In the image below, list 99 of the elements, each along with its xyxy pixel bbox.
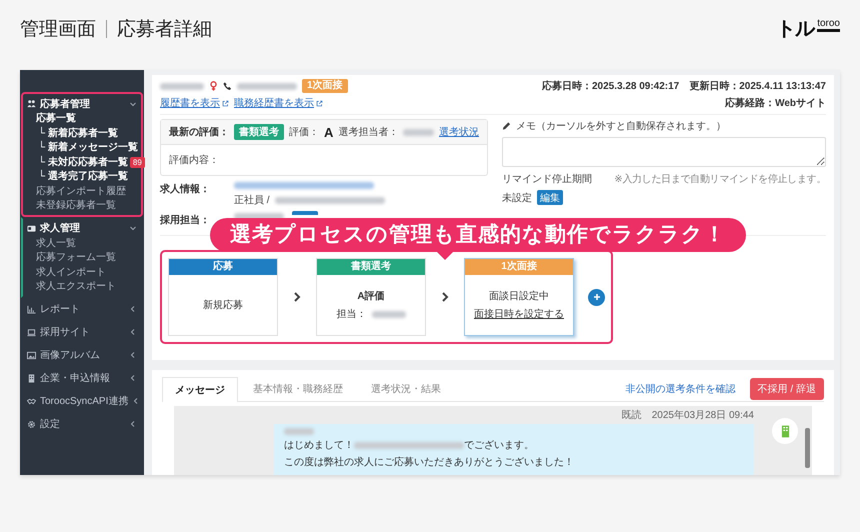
sidebar-item[interactable]: └ 新着応募者一覧 xyxy=(23,126,118,141)
document-link[interactable]: 履歴書を表示 xyxy=(160,96,229,110)
sidebar-item[interactable]: 求人一覧 xyxy=(23,236,141,251)
chevron-down-icon xyxy=(129,224,137,232)
step-card[interactable]: 1次面接 面談日設定中 面接日時を設定する xyxy=(464,258,574,336)
step-card[interactable]: 応募 新規応募 xyxy=(168,258,278,336)
sidebar-group-item[interactable]: 求人管理 xyxy=(23,220,141,236)
sidebar-group-item[interactable]: 設定 xyxy=(23,416,141,432)
edit-button[interactable]: 編集 xyxy=(537,190,563,205)
step-result: A評価 xyxy=(357,290,385,303)
status-badge: 1次面接 xyxy=(302,79,348,93)
bar-chart-icon xyxy=(27,304,36,314)
chevron-left-icon xyxy=(129,328,137,336)
message-text: はじめまして！ xyxy=(284,439,354,452)
chevron-right-icon xyxy=(292,291,302,303)
pencil-icon xyxy=(502,121,511,131)
sidebar-group-item[interactable]: レポート xyxy=(23,300,141,318)
field-label: 採用担当： xyxy=(160,214,211,227)
sidebar-item[interactable]: 応募フォーム一覧 xyxy=(23,251,141,266)
add-step-button[interactable] xyxy=(588,288,605,306)
chevron-left-icon xyxy=(132,397,140,405)
rating-value: A xyxy=(324,124,334,140)
assignee-label: 担当： xyxy=(336,308,366,321)
sidebar-item[interactable]: └ 未対応応募者一覧 xyxy=(23,156,128,170)
chevron-left-icon xyxy=(129,305,137,313)
reject-button[interactable]: 不採用 / 辞退 xyxy=(750,378,824,400)
phone-icon xyxy=(223,81,232,91)
message-time: 2025年03月28日 09:44 xyxy=(652,409,754,422)
external-link-icon xyxy=(316,100,323,106)
female-symbol-icon xyxy=(209,81,218,91)
stage-badge: 書類選考 xyxy=(234,124,284,140)
logo-mark: トル xyxy=(776,19,814,39)
employment-type: 正社員 / xyxy=(234,194,270,207)
sidebar-item[interactable]: 応募インポート履歴 xyxy=(23,184,141,199)
id-card-icon xyxy=(27,224,36,232)
chevron-right-icon xyxy=(440,291,450,303)
callout-pointer xyxy=(437,252,453,260)
field-label: 評価内容： xyxy=(169,155,219,166)
updated-date: 更新日時：2025.4.11 13:13:47 xyxy=(689,79,826,93)
hidden-conditions-link[interactable]: 非公開の選考条件を確認 xyxy=(626,382,736,396)
page-subtitle: 応募者詳細 xyxy=(117,18,212,42)
field-label: 最新の評価： xyxy=(169,125,229,139)
applied-date: 応募日時：2025.3.28 09:42:17 xyxy=(542,79,680,93)
laptop-icon xyxy=(27,328,36,336)
redacted-text xyxy=(237,82,297,90)
sidebar-group-item[interactable]: 採用サイト xyxy=(23,324,141,340)
read-status: 既読 xyxy=(622,408,642,422)
tab[interactable]: メッセージ xyxy=(162,376,238,402)
hint-text: ※入力した日まで自動リマインドを停止します。 xyxy=(614,172,826,186)
step-text: 新規応募 xyxy=(203,298,243,312)
chevron-left-icon xyxy=(129,351,137,359)
users-icon xyxy=(27,99,36,108)
sidebar-group-item[interactable]: 応募者管理 xyxy=(23,95,141,112)
logo-text: toroo xyxy=(817,19,840,32)
redacted-text xyxy=(284,428,314,435)
tab[interactable]: 選考状況・結果 xyxy=(358,376,454,401)
chevron-left-icon xyxy=(129,420,137,428)
building-icon xyxy=(780,424,790,438)
tab[interactable]: 基本情報・職務経歴 xyxy=(240,376,356,401)
field-label: 評価： xyxy=(289,126,319,139)
step-title: 1次面接 xyxy=(465,259,573,275)
callout-banner: 選考プロセスの管理も直感的な動作でラクラク！ xyxy=(210,218,746,252)
count-badge: 89 xyxy=(130,157,145,168)
image-icon xyxy=(27,350,36,360)
sidebar-group-item[interactable]: 企業・申込情報 xyxy=(23,370,141,386)
remind-value: 未設定 xyxy=(502,192,532,204)
chevron-left-icon xyxy=(129,374,137,382)
sidebar-item[interactable]: 求人エクスポート xyxy=(23,280,141,294)
settings-icon xyxy=(27,420,36,428)
status-link[interactable]: 選考状況 xyxy=(439,125,479,139)
page-title: 管理画面 xyxy=(20,18,96,42)
step-text: 面談日設定中 xyxy=(489,290,549,303)
building-icon xyxy=(27,374,36,382)
schedule-link[interactable]: 面接日時を設定する xyxy=(474,307,564,321)
sidebar-group-item[interactable]: 画像アルバム xyxy=(23,346,141,364)
field-label: 求人情報： xyxy=(160,182,211,196)
chevron-down-icon xyxy=(129,100,137,108)
step-card[interactable]: 書類選考 A評価 担当： xyxy=(316,258,426,336)
sidebar-item[interactable]: 求人インポート xyxy=(23,266,141,280)
message-text: でございます。 xyxy=(464,439,534,452)
application-source: 応募経路：Webサイト xyxy=(725,96,826,110)
sidebar-group-item[interactable]: ToroocSyncAPI連携 xyxy=(23,392,141,410)
step-title: 書類選考 xyxy=(317,259,425,275)
redacted-text xyxy=(372,310,406,318)
redacted-text xyxy=(403,128,434,136)
sidebar-item[interactable]: └ 新着メッセージ一覧 xyxy=(23,141,138,156)
memo-field[interactable] xyxy=(502,137,826,167)
sidebar-item[interactable]: └ 選考完了応募一覧 xyxy=(23,170,128,184)
field-label: リマインド停止期間 xyxy=(502,172,592,186)
external-link-icon xyxy=(222,100,229,106)
step-title: 応募 xyxy=(169,259,277,275)
document-link[interactable]: 職務経歴書を表示 xyxy=(234,96,323,110)
redacted-text xyxy=(160,82,204,90)
field-label: 選考担当者： xyxy=(338,126,398,139)
sidebar-item[interactable]: 未登録応募者一覧 xyxy=(23,199,141,214)
message-text: この度は弊社の求人にご応募いただきありがとうございました！ xyxy=(284,456,575,469)
plus-icon xyxy=(592,293,600,301)
memo-label: メモ（カーソルを外すと自動保存されます。） xyxy=(516,120,726,133)
sidebar-item[interactable]: 応募一覧 xyxy=(23,112,141,126)
